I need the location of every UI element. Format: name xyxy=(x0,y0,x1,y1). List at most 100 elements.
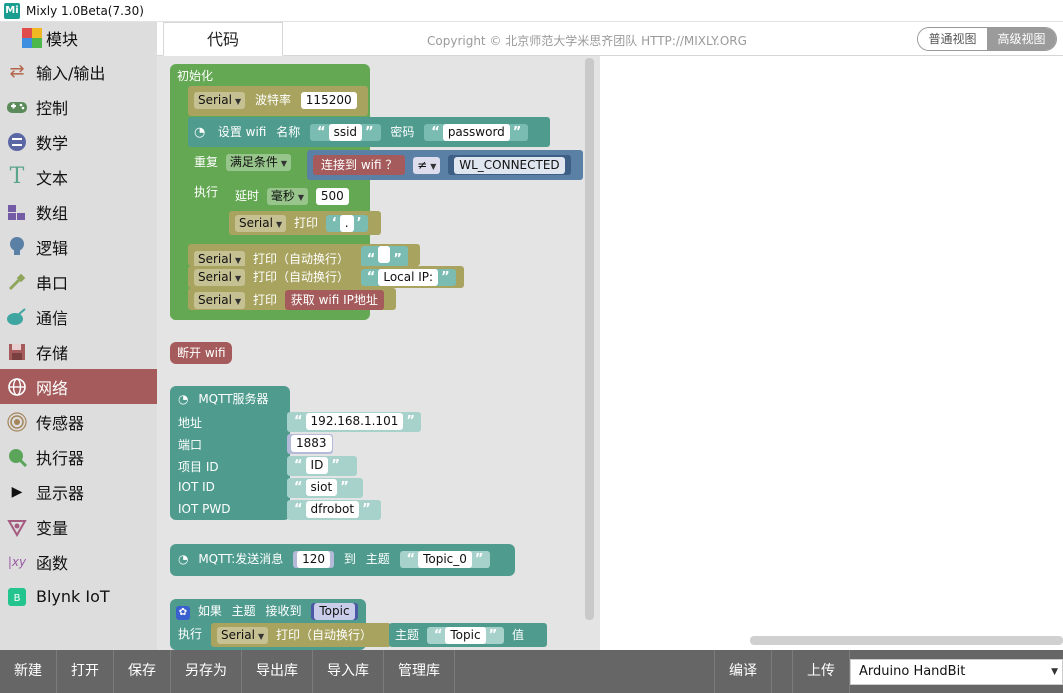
get-wifi-ip-block[interactable]: 获取 wifi IP地址 xyxy=(284,290,384,310)
local-ip-text[interactable]: Local IP: xyxy=(378,269,439,286)
board-select[interactable]: Arduino HandBit ▼ xyxy=(850,659,1063,685)
puzzle-icon xyxy=(22,28,42,48)
category-sensor[interactable]: 传感器 xyxy=(0,404,157,439)
serial-println-localip-block[interactable]: Serial ▼ 打印（自动换行） “Local IP:” xyxy=(188,266,464,288)
serial-dropdown[interactable]: Serial ▼ xyxy=(194,92,246,109)
sidebar-title: 模块 xyxy=(46,30,79,49)
project-id-value[interactable]: ID xyxy=(305,457,329,474)
ssid-field[interactable]: ssid xyxy=(328,124,363,141)
new-button[interactable]: 新建 xyxy=(0,650,57,693)
do-label: 执行 xyxy=(178,627,203,641)
category-label: 执行器 xyxy=(36,448,85,468)
category-blynk[interactable]: B Blynk IoT xyxy=(0,579,157,614)
advanced-view-button[interactable]: 高级视图 xyxy=(987,28,1056,50)
delay-block[interactable]: 延时 毫秒 ▼ 500 xyxy=(229,182,369,210)
category-display[interactable]: ▶ 显示器 xyxy=(0,474,157,509)
category-label: 网络 xyxy=(36,378,69,398)
topic-variable[interactable]: Topic xyxy=(314,603,355,620)
category-label: 控制 xyxy=(36,98,69,118)
serial-print-dot-block[interactable]: Serial ▼ 打印 ‘.’ xyxy=(229,211,381,235)
category-math[interactable]: 数学 xyxy=(0,124,157,159)
toolbar-spacer xyxy=(455,650,715,693)
save-as-button[interactable]: 另存为 xyxy=(171,650,242,693)
window-title: Mixly 1.0Beta(7.30) xyxy=(26,3,144,18)
category-communication[interactable]: 通信 xyxy=(0,299,157,334)
category-network[interactable]: 网络 xyxy=(0,369,157,404)
normal-view-button[interactable]: 普通视图 xyxy=(918,28,987,50)
manage-lib-button[interactable]: 管理库 xyxy=(384,650,455,693)
serial-println-topic-block[interactable]: Serial ▼ 打印（自动换行） xyxy=(211,623,391,647)
delay-unit-dropdown[interactable]: 毫秒 ▼ xyxy=(266,188,309,205)
horizontal-scrollbar[interactable] xyxy=(750,636,1063,645)
serial-dropdown[interactable]: Serial ▼ xyxy=(217,627,269,644)
serial-dropdown[interactable]: Serial ▼ xyxy=(235,215,287,232)
wifi-connected-check[interactable]: 连接到 wifi ？ xyxy=(313,155,406,175)
category-array[interactable]: 数组 xyxy=(0,194,157,229)
iot-pwd-value[interactable]: dfrobot xyxy=(305,501,360,518)
iot-id-value[interactable]: siot xyxy=(305,479,338,496)
not-equal-block[interactable]: 连接到 wifi ？ ≠ ▼ WL_CONNECTED xyxy=(307,150,583,180)
compile-button[interactable]: 编译 xyxy=(715,650,772,693)
upload-button[interactable]: 上传 xyxy=(793,650,850,693)
repeat-mode-dropdown[interactable]: 满足条件 ▼ xyxy=(225,154,292,171)
globe-icon xyxy=(6,376,28,398)
wifi-icon: ◔ xyxy=(178,552,189,566)
received-label: 接收到 xyxy=(265,604,302,618)
port-value[interactable]: 1883 xyxy=(291,435,332,452)
password-field[interactable]: password xyxy=(442,124,510,141)
print-label: 打印 xyxy=(293,216,318,230)
serial-dropdown[interactable]: Serial ▼ xyxy=(194,269,246,286)
wl-connected-value[interactable]: WL_CONNECTED xyxy=(454,157,565,174)
workspace-vertical-scrollbar[interactable] xyxy=(585,58,594,620)
category-io[interactable]: ⇄ 输入/输出 xyxy=(0,54,157,89)
open-button[interactable]: 打开 xyxy=(57,650,114,693)
serial-println-empty-block[interactable]: Serial ▼ 打印（自动换行） “” xyxy=(188,244,420,268)
send-value[interactable]: 120 xyxy=(297,551,331,568)
category-label: 串口 xyxy=(36,273,69,293)
view-toggle: 普通视图 高级视图 xyxy=(917,27,1057,51)
address-label: 地址 xyxy=(178,416,203,430)
category-control[interactable]: 控制 xyxy=(0,89,157,124)
serial-print-ip-block[interactable]: Serial ▼ 打印 获取 wifi IP地址 xyxy=(188,288,396,310)
tab-code[interactable]: 代码 xyxy=(163,22,283,56)
baud-label: 波特率 xyxy=(254,93,291,107)
mqtt-send-label: MQTT:发送消息 xyxy=(198,552,284,566)
topic-text[interactable]: Topic xyxy=(445,627,486,644)
category-logic[interactable]: 逻辑 xyxy=(0,229,157,264)
send-topic[interactable]: Topic_0 xyxy=(418,551,472,568)
topic-value-text-block[interactable]: 主题 “Topic” 值 xyxy=(389,623,547,647)
io-arrows-icon: ⇄ xyxy=(9,61,25,82)
mqtt-iotid-input[interactable]: “siot” xyxy=(287,478,363,498)
disconnect-wifi-block[interactable]: 断开 wifi xyxy=(170,342,232,364)
dot-char[interactable]: . xyxy=(339,215,354,232)
category-text[interactable]: T 文本 xyxy=(0,159,157,194)
import-lib-button[interactable]: 导入库 xyxy=(313,650,384,693)
mqtt-project-input[interactable]: “ID” xyxy=(287,456,357,476)
empty-string[interactable] xyxy=(378,246,391,263)
category-variable[interactable]: 变量 xyxy=(0,509,157,544)
mqtt-server-block[interactable]: ◔ MQTT服务器 地址 端口 项目 ID IOT ID IOT PWD xyxy=(170,386,290,520)
category-storage[interactable]: 存储 xyxy=(0,334,157,369)
bulb-icon xyxy=(6,236,28,258)
category-label: 数组 xyxy=(36,203,69,223)
blockly-workspace[interactable]: 初始化 Serial ▼ 波特率 115200 ◔ 设置 wifi 名称 “ssi… xyxy=(157,56,600,650)
mqtt-address-input[interactable]: “192.168.1.101” xyxy=(287,412,421,432)
wifi-setup-block[interactable]: ◔ 设置 wifi 名称 “ssid” 密码 “password” xyxy=(188,117,550,147)
serial-dropdown[interactable]: Serial ▼ xyxy=(194,292,246,309)
category-label: 通信 xyxy=(36,308,69,328)
category-function[interactable]: |xy 函数 xyxy=(0,544,157,579)
editor-tabbar: 代码 Copyright © 北京师范大学米思齐团队 HTTP://MIXLY.… xyxy=(157,22,1063,56)
mqtt-port-input[interactable]: 1883 xyxy=(287,434,333,454)
export-lib-button[interactable]: 导出库 xyxy=(242,650,313,693)
delay-value[interactable]: 500 xyxy=(315,188,349,205)
mqtt-send-block[interactable]: ◔ MQTT:发送消息 120 到 主题 “Topic_0” xyxy=(170,544,515,576)
baud-value[interactable]: 115200 xyxy=(300,92,357,109)
mqtt-iotpwd-input[interactable]: “dfrobot” xyxy=(287,500,381,520)
address-value[interactable]: 192.168.1.101 xyxy=(305,413,404,430)
save-button[interactable]: 保存 xyxy=(114,650,171,693)
copyright-text: Copyright © 北京师范大学米思齐团队 HTTP://MIXLY.ORG xyxy=(427,34,747,48)
serial-begin-block[interactable]: Serial ▼ 波特率 115200 xyxy=(188,86,368,116)
category-serial[interactable]: 串口 xyxy=(0,264,157,299)
category-actuator[interactable]: 执行器 xyxy=(0,439,157,474)
operator-dropdown[interactable]: ≠ ▼ xyxy=(413,157,441,174)
